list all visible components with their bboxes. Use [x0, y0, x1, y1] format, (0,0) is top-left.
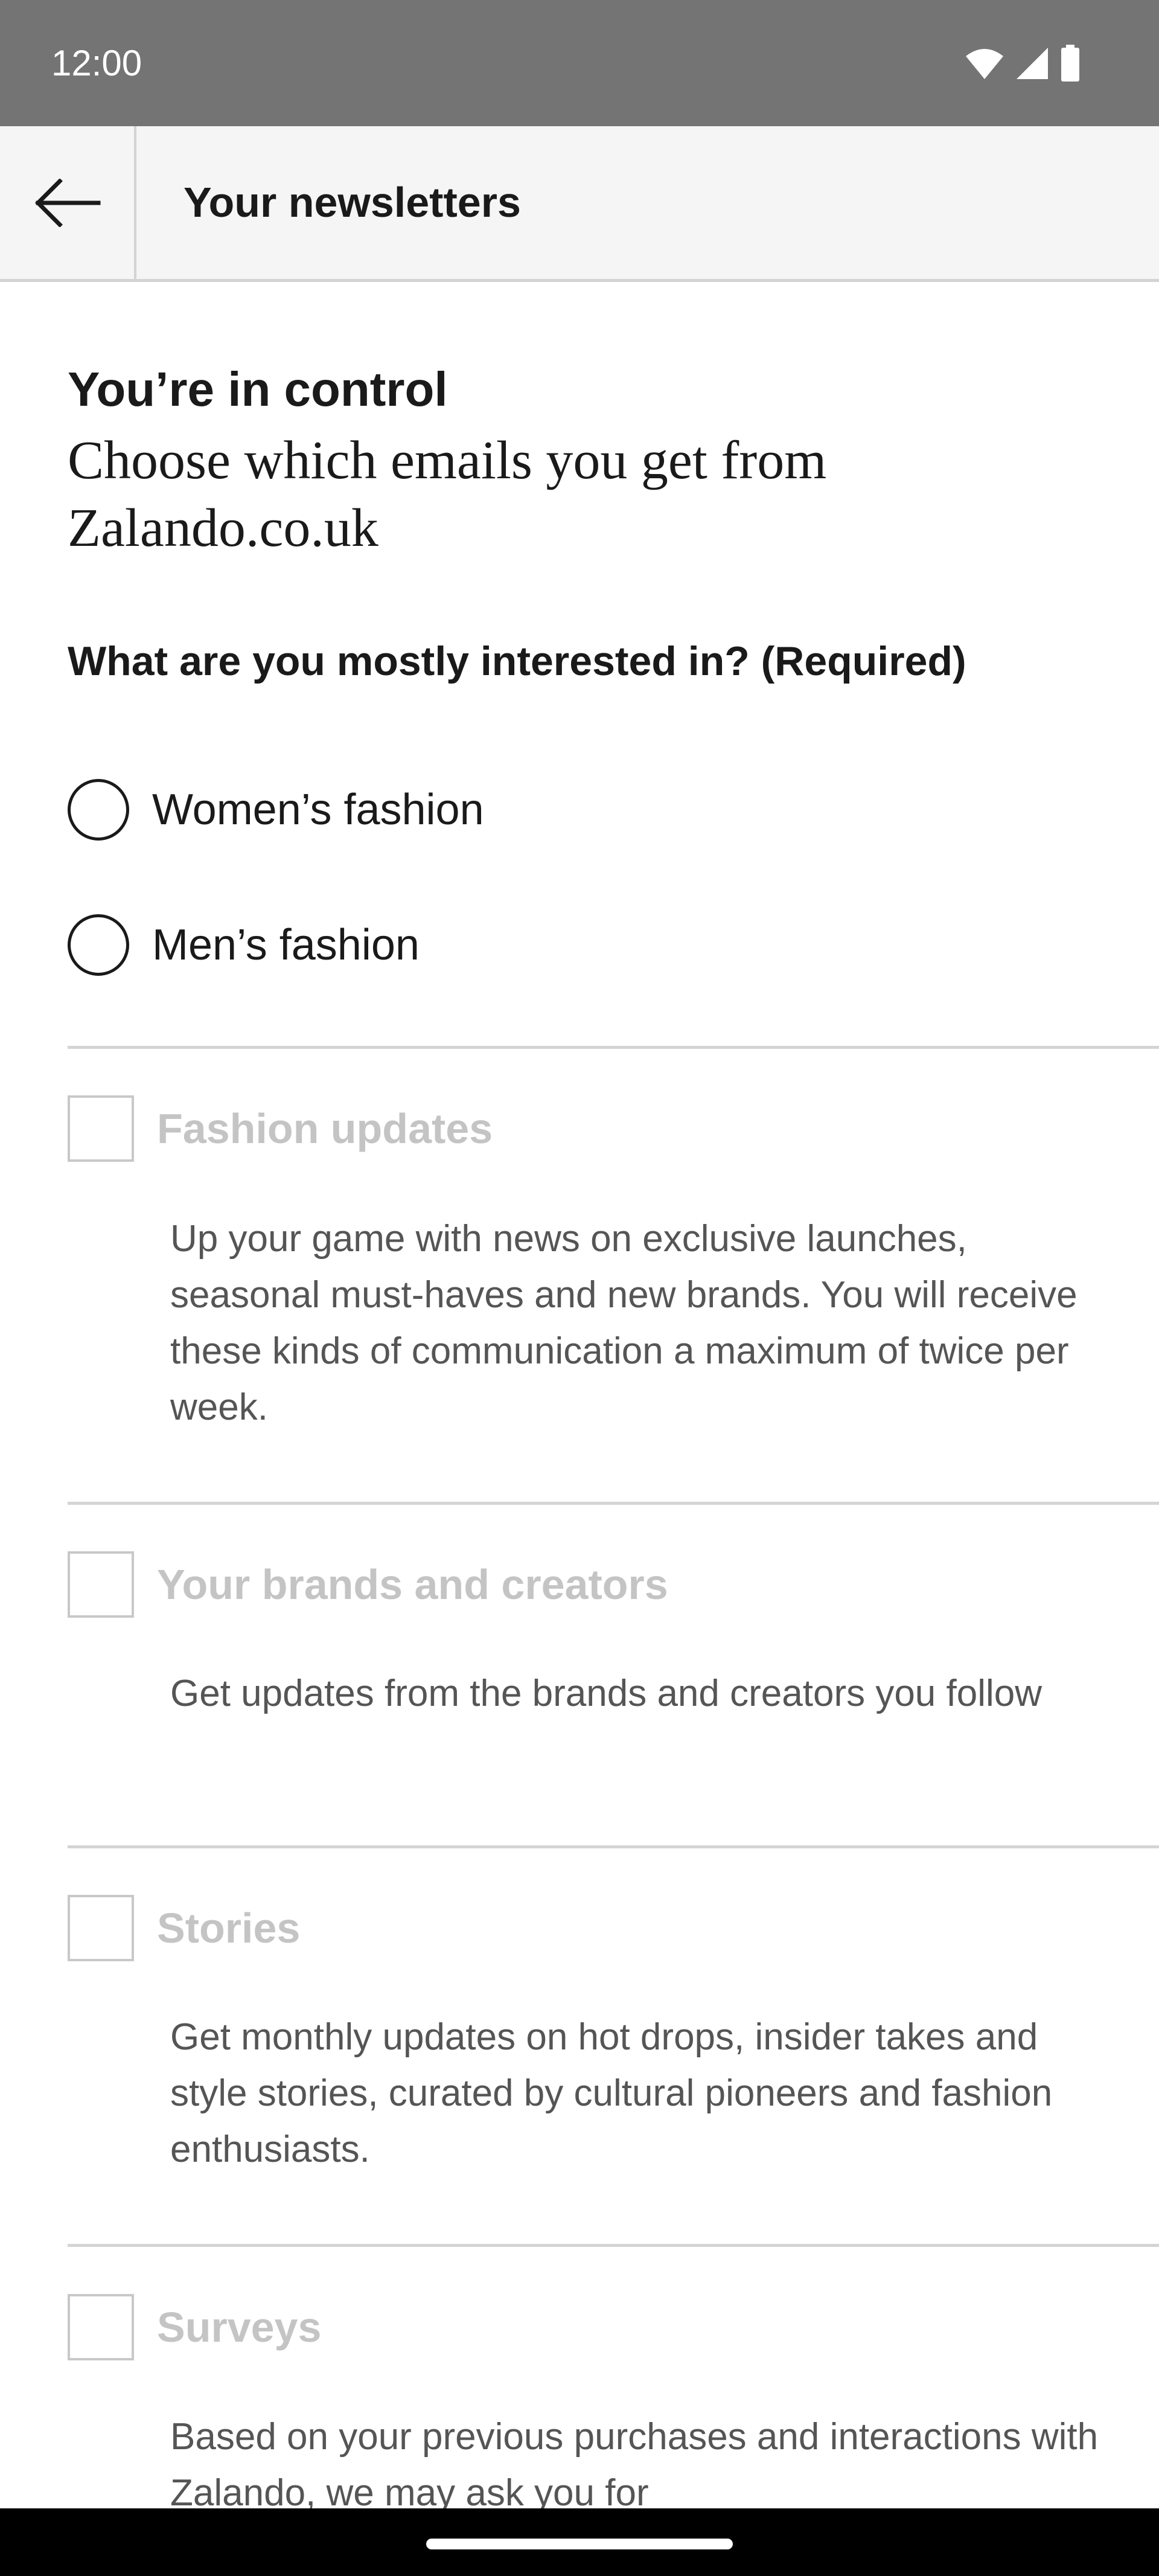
subheadline: Choose which emails you get from Zalando… — [68, 431, 827, 558]
divider — [68, 1046, 1159, 1049]
interest-question: What are you mostly interested in? (Requ… — [68, 638, 966, 684]
headline: You’re in control — [68, 362, 448, 416]
divider — [68, 1502, 1159, 1505]
divider — [68, 1845, 1159, 1848]
checkbox[interactable] — [68, 1095, 134, 1162]
signal-icon — [1017, 48, 1048, 79]
checkbox-label: Your brands and creators — [157, 1561, 668, 1608]
checkbox-surveys[interactable]: Surveys — [68, 2293, 321, 2361]
wifi-icon — [966, 49, 1003, 79]
newsletter-description: Get monthly updates on hot drops, inside… — [170, 2016, 1053, 2170]
page-title: Your newsletters — [184, 179, 521, 226]
battery-icon — [1061, 45, 1079, 82]
newsletter-description: Based on your previous purchases and int… — [170, 2416, 1099, 2514]
checkbox-brands-and-creators[interactable]: Your brands and creators — [68, 1551, 668, 1618]
checkbox-label: Stories — [157, 1905, 301, 1952]
checkbox[interactable] — [68, 2294, 134, 2360]
status-icons — [965, 42, 1081, 85]
checkbox[interactable] — [68, 1551, 134, 1618]
checkbox-label: Fashion updates — [157, 1105, 493, 1152]
checkbox-stories[interactable]: Stories — [68, 1894, 300, 1962]
newsletter-description: Get updates from the brands and creators… — [170, 1673, 1042, 1714]
home-indicator[interactable] — [426, 2539, 733, 2549]
radio-button[interactable] — [68, 779, 129, 841]
radio-womens-fashion[interactable]: Women’s fashion — [68, 776, 484, 844]
app-bar: Your newsletters — [0, 126, 1159, 282]
status-time: 12:00 — [51, 43, 142, 83]
back-button[interactable] — [0, 126, 136, 279]
status-bar: 12:00 — [0, 0, 1159, 126]
newsletter-description: Up your game with news on exclusive laun… — [170, 1218, 1078, 1428]
radio-button[interactable] — [68, 914, 129, 976]
divider — [68, 2244, 1159, 2247]
system-nav-bar — [0, 2508, 1159, 2576]
checkbox-fashion-updates[interactable]: Fashion updates — [68, 1095, 493, 1162]
radio-label: Women’s fashion — [152, 786, 484, 834]
arrow-left-icon — [35, 178, 101, 227]
checkbox[interactable] — [68, 1895, 134, 1961]
radio-label: Men’s fashion — [152, 921, 420, 969]
checkbox-label: Surveys — [157, 2304, 322, 2351]
radio-mens-fashion[interactable]: Men’s fashion — [68, 911, 420, 979]
